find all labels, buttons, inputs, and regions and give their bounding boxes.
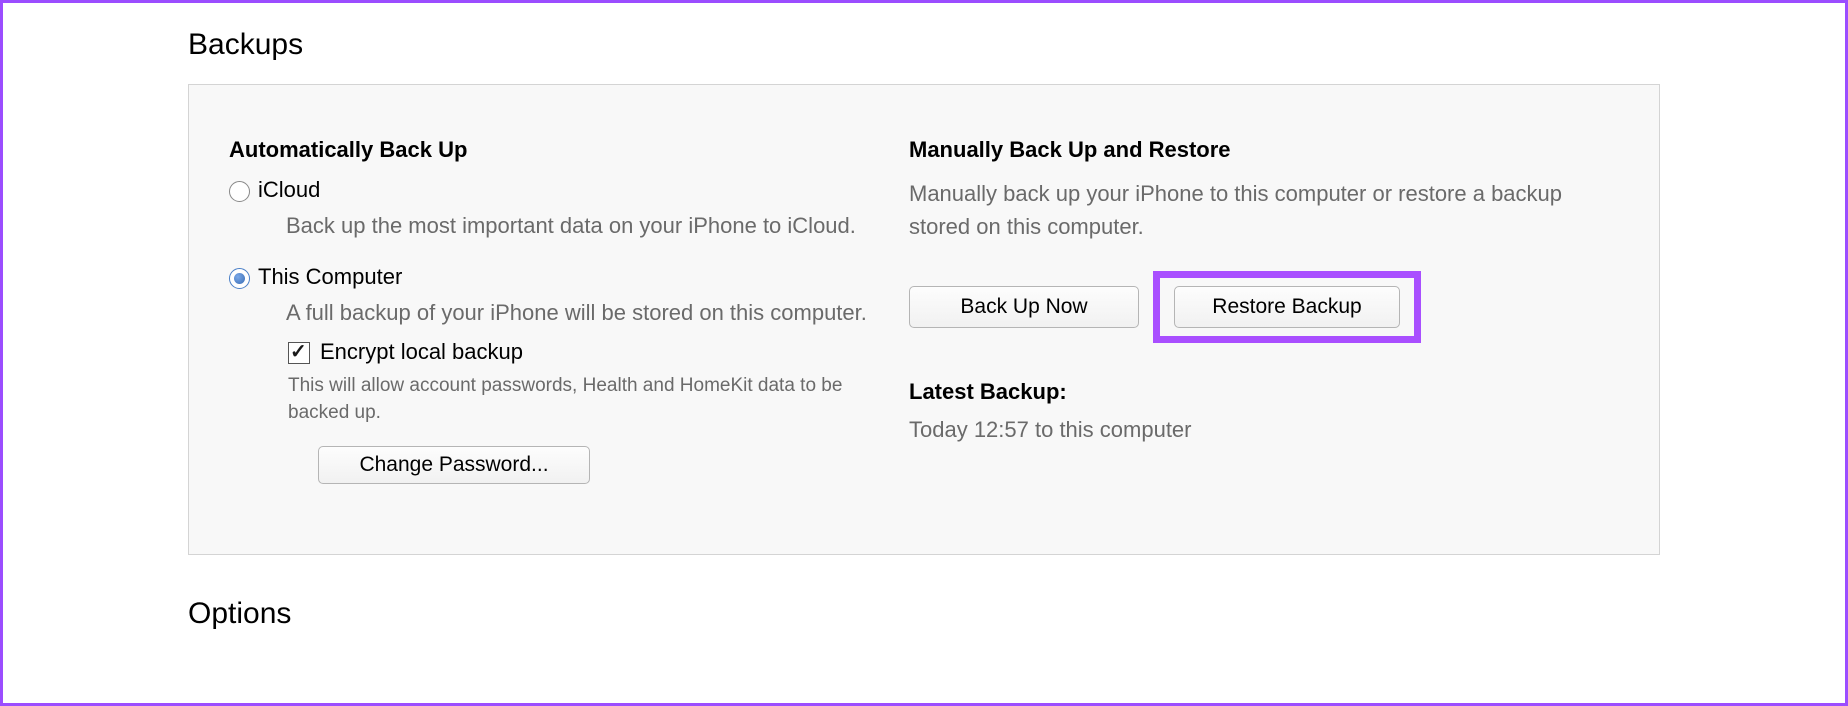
radio-option-computer: This Computer A full backup of your iPho… [229,264,869,484]
radio-icloud-label[interactable]: iCloud [258,177,869,203]
back-up-now-button[interactable]: Back Up Now [909,286,1139,328]
options-section-title: Options [188,597,1660,631]
backup-panel: Automatically Back Up iCloud Back up the… [188,84,1660,555]
manual-heading: Manually Back Up and Restore [909,137,1619,163]
radio-option-icloud: iCloud Back up the most important data o… [229,177,869,242]
restore-backup-button[interactable]: Restore Backup [1174,286,1400,328]
radio-icloud-desc: Back up the most important data on your … [258,209,869,242]
encrypt-row: Encrypt local backup [288,339,869,365]
encrypt-checkbox[interactable] [288,342,310,364]
radio-computer-label[interactable]: This Computer [258,264,869,290]
latest-backup-value: Today 12:57 to this computer [909,417,1619,443]
backups-section-title: Backups [188,28,1660,62]
change-password-button[interactable]: Change Password... [318,446,590,484]
restore-highlight-box: Restore Backup [1153,271,1421,343]
radio-computer[interactable] [229,268,250,289]
auto-backup-heading: Automatically Back Up [229,137,869,163]
manual-button-row: Back Up Now Restore Backup [909,271,1619,343]
encrypt-label[interactable]: Encrypt local backup [320,339,869,365]
radio-icloud[interactable] [229,181,250,202]
manual-backup-column: Manually Back Up and Restore Manually ba… [909,137,1619,506]
manual-desc: Manually back up your iPhone to this com… [909,177,1619,243]
radio-computer-desc: A full backup of your iPhone will be sto… [258,296,869,329]
encrypt-desc: This will allow account passwords, Healt… [258,373,869,426]
latest-backup-heading: Latest Backup: [909,379,1619,405]
automatic-backup-column: Automatically Back Up iCloud Back up the… [229,137,869,506]
